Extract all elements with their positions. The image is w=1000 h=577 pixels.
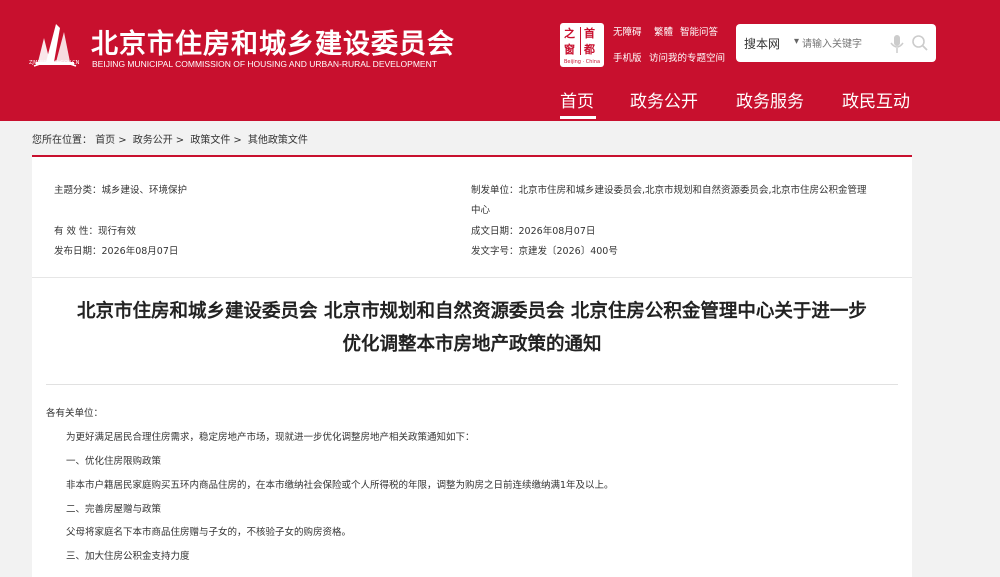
meta-docno-value: 京建发〔2026〕400号 <box>518 246 618 257</box>
nav-active-indicator <box>560 116 596 119</box>
mobile-version-link[interactable]: 手机版 <box>613 50 642 64</box>
breadcrumb-label: 您所在位置： <box>32 135 92 146</box>
meta-theme: 主题分类：城乡建设、环境保护 <box>54 182 187 196</box>
site-title[interactable]: 北京市住房和城乡建设委员会 <box>91 22 455 61</box>
document-card: 主题分类：城乡建设、环境保护 有 效 性：现行有效 发布日期：2026年08月0… <box>32 157 912 577</box>
title-divider <box>46 384 898 385</box>
body-paragraph: 父母将家庭名下本市商品住房赠与子女的，不核验子女的购房资格。 <box>66 527 352 538</box>
section-heading: 一、优化住房限购政策 <box>66 456 162 467</box>
nav-government-affairs[interactable]: 政务公开 <box>630 87 698 112</box>
salutation: 各有关单位： <box>46 408 104 419</box>
breadcrumb-home[interactable]: 首页 <box>95 135 115 146</box>
document-title-line: 优化调整本市房地产政策的通知 <box>342 334 602 355</box>
section-heading: 三、加大住房公积金支持力度 <box>66 551 190 562</box>
meta-theme-label: 主题分类： <box>54 185 102 196</box>
nav-public-interaction[interactable]: 政民互动 <box>842 87 910 112</box>
capital-logo-char: 窗 <box>564 43 575 56</box>
search-input[interactable] <box>800 32 884 56</box>
meta-document-number: 发文字号：京建发〔2026〕400号 <box>471 243 618 257</box>
breadcrumb-other-policies[interactable]: 其他政策文件 <box>248 135 308 146</box>
capital-logo-divider <box>580 27 581 55</box>
capital-logo-char: 首 <box>584 27 595 40</box>
breadcrumb-separator: > <box>175 135 185 146</box>
main-nav: 首页 政务公开 政务服务 政民互动 <box>0 87 1000 121</box>
breadcrumb-government-affairs[interactable]: 政务公开 <box>133 135 173 146</box>
microphone-icon[interactable] <box>889 34 905 54</box>
site-subtitle: BEIJING MUNICIPAL COMMISSION OF HOUSING … <box>92 59 437 69</box>
breadcrumb-separator: > <box>118 135 127 146</box>
document-metadata: 主题分类：城乡建设、环境保护 有 效 性：现行有效 发布日期：2026年08月0… <box>32 157 912 278</box>
meta-created-date: 成文日期：2026年08月07日 <box>471 223 595 237</box>
logo-domain-text: ZJW.BEIJING.GOV.CN <box>29 60 80 66</box>
smart-qa-link[interactable]: 智能问答 <box>680 24 718 38</box>
site-header: ZJW.BEIJING.GOV.CN 北京市住房和城乡建设委员会 BEIJING… <box>0 0 1000 121</box>
meta-issuer-value: 北京市住房和城乡建设委员会,北京市规划和自然资源委员会,北京市住房公积金管理 <box>518 185 867 196</box>
body-paragraph: 非本市户籍居民家庭购买五环内商品住房的，在本市缴纳社会保险或个人所得税的年限，调… <box>66 480 614 491</box>
capital-logo-char: 都 <box>584 43 595 56</box>
meta-validity: 有 效 性：现行有效 <box>54 223 136 237</box>
breadcrumb-policy-documents[interactable]: 政策文件 <box>190 135 230 146</box>
traditional-chinese-link[interactable]: 繁體 <box>654 24 673 38</box>
meta-publish-label: 发布日期： <box>54 246 102 257</box>
my-space-link[interactable]: 访问我的专题空间 <box>649 50 725 64</box>
meta-publish-date: 发布日期：2026年08月07日 <box>54 243 178 257</box>
capital-window-logo[interactable]: 之 首 窗 都 Beijing · China <box>560 23 604 67</box>
capital-logo-char: 之 <box>564 27 575 40</box>
nav-home[interactable]: 首页 <box>560 87 594 112</box>
meta-validity-value: 现行有效 <box>98 226 137 237</box>
section-heading: 二、完善房屋赠与政策 <box>66 504 162 515</box>
meta-validity-label: 有 效 性： <box>54 226 99 237</box>
meta-theme-value: 城乡建设、环境保护 <box>101 185 188 196</box>
meta-created-value: 2026年08月07日 <box>518 226 596 237</box>
meta-publish-value: 2026年08月07日 <box>101 246 179 257</box>
body-paragraph: 为更好满足居民合理住房需求，稳定房地产市场，现就进一步优化调整房地产相关政策通知… <box>66 432 475 443</box>
meta-issuer-label: 制发单位： <box>471 185 519 196</box>
search-icon[interactable] <box>911 34 929 52</box>
nav-government-services[interactable]: 政务服务 <box>736 87 804 112</box>
capital-logo-subtitle: Beijing · China <box>563 59 601 65</box>
search-bar: 搜本网 ▾ <box>736 24 936 62</box>
breadcrumb: 您所在位置： 首页 > 政务公开 > 政策文件 > 其他政策文件 <box>32 131 308 146</box>
meta-issuer-continued: 中心 <box>471 205 491 216</box>
document-title-line: 北京市住房和城乡建设委员会 北京市规划和自然资源委员会 北京住房公积金管理中心关… <box>77 301 867 322</box>
search-scope-select[interactable]: 搜本网 <box>744 35 780 52</box>
meta-issuer: 制发单位：北京市住房和城乡建设委员会,北京市规划和自然资源委员会,北京市住房公积… <box>471 182 867 196</box>
document-title: 北京市住房和城乡建设委员会 北京市规划和自然资源委员会 北京住房公积金管理中心关… <box>32 295 912 361</box>
breadcrumb-separator: > <box>233 135 242 146</box>
accessibility-link[interactable]: 无障碍 <box>613 24 642 38</box>
meta-docno-label: 发文字号： <box>471 246 519 257</box>
meta-created-label: 成文日期： <box>471 226 519 237</box>
chevron-down-icon[interactable]: ▾ <box>794 36 799 47</box>
